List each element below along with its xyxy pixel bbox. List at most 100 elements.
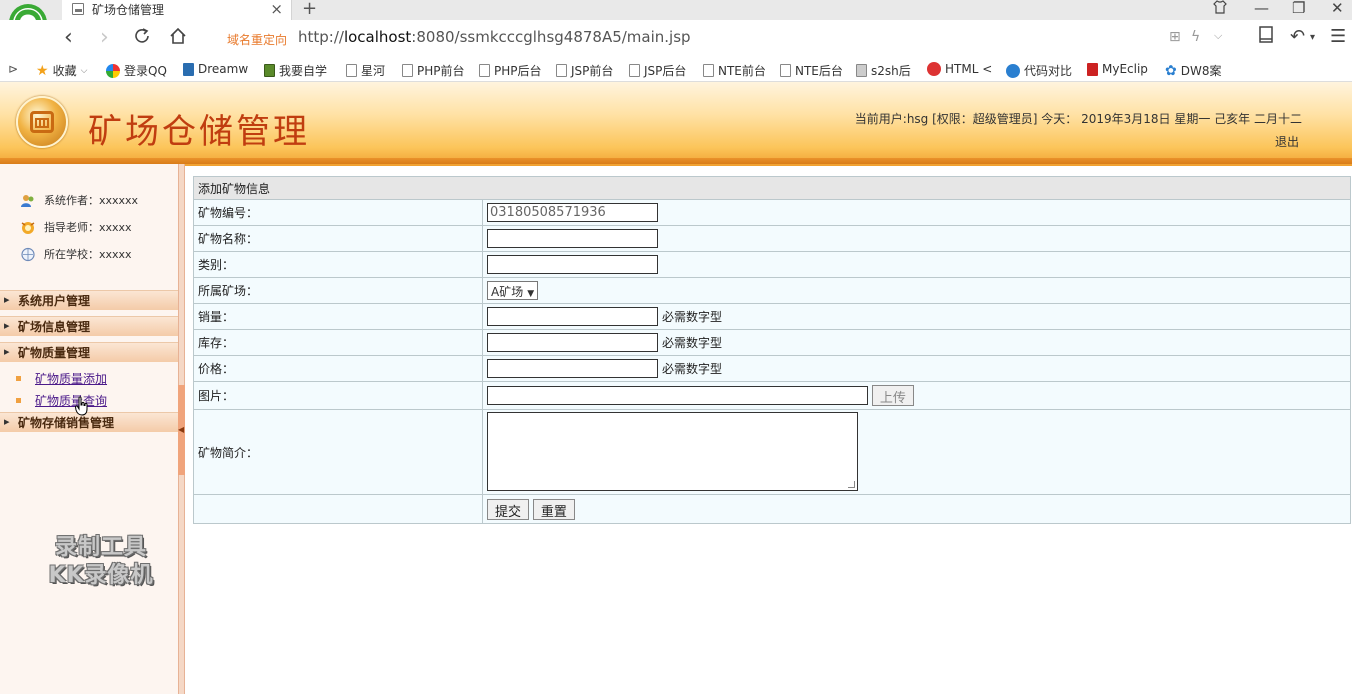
home-icon[interactable] [168, 26, 188, 52]
form-caption: 添加矿物信息 [193, 176, 1351, 200]
numeric-hint: 必需数字型 [662, 310, 723, 324]
lightning-icon[interactable]: ϟ [1191, 29, 1200, 45]
field-label: 矿物编号： [193, 199, 483, 226]
logout-link[interactable]: 退出 [1275, 133, 1299, 150]
numeric-hint: 必需数字型 [662, 362, 723, 376]
bookmark-xinghe[interactable]: 星河 [346, 62, 385, 79]
shirt-skin-icon[interactable] [1212, 0, 1228, 19]
bookmark-s2sh[interactable]: s2sh后 [856, 62, 911, 79]
reader-icon[interactable] [1258, 26, 1274, 49]
app-title: 矿场仓储管理 [88, 112, 310, 152]
bookmark-dw8[interactable]: ✿ DW8案 [1165, 62, 1221, 79]
page-icon [629, 64, 640, 77]
page-icon [556, 64, 567, 77]
upload-button[interactable]: 上传 [871, 385, 914, 406]
tab-close-icon[interactable]: × [270, 0, 283, 18]
new-tab-icon[interactable]: + [302, 0, 317, 19]
minimize-icon[interactable]: — [1254, 0, 1269, 17]
author-info: 系统作者：xxxxxx [20, 192, 138, 208]
bookmark-compare[interactable]: 代码对比 [1006, 62, 1072, 79]
paw-icon: ✿ [1165, 62, 1177, 79]
field-label: 矿物名称： [193, 225, 483, 252]
bookmark-favorites[interactable]: ★ 收藏 ⌵ [36, 62, 87, 79]
reset-button[interactable]: 重置 [532, 498, 575, 520]
back-icon[interactable]: ‹ [64, 26, 73, 50]
browser-tab[interactable]: 矿场仓储管理 × [62, 0, 292, 20]
price-input[interactable] [487, 359, 658, 378]
user-icon [21, 194, 34, 207]
collapse-arrow-icon[interactable]: ◀ [178, 425, 184, 434]
compare-icon [1006, 63, 1020, 78]
field-label: 库存： [193, 329, 483, 356]
page-icon [780, 64, 791, 77]
field-label: 价格： [193, 355, 483, 382]
recorder-watermark: 录制工具 KK录像机 [48, 535, 154, 588]
bookmark-php-back[interactable]: PHP后台 [479, 62, 542, 79]
teacher-info: 指导老师：xxxxx [20, 219, 132, 235]
forward-icon[interactable]: › [100, 26, 109, 50]
mineral-code-input[interactable] [487, 203, 658, 222]
menu-storage-sales[interactable]: 矿物存储销售管理 [0, 412, 178, 432]
tab-title: 矿场仓储管理 [92, 3, 165, 17]
undo-dropdown-icon[interactable]: ▾ [1310, 32, 1315, 43]
sales-input[interactable] [487, 307, 658, 326]
browser-tabbar: 矿场仓储管理 × + — ❐ ✕ [0, 0, 1352, 20]
bookmark-dreamweaver[interactable]: Dreamw [183, 62, 248, 76]
image-icon [856, 64, 867, 77]
actions-spacer [193, 494, 483, 524]
bookmark-nte-back[interactable]: NTE后台 [780, 62, 843, 79]
refresh-icon[interactable] [132, 26, 152, 51]
menu-icon[interactable]: ☰ [1330, 26, 1346, 47]
page-icon [479, 64, 490, 77]
close-window-icon[interactable]: ✕ [1331, 0, 1344, 17]
sidebar: 系统作者：xxxxxx 指导老师：xxxxx 所在学校：xxxxx 系统用户管理… [0, 164, 178, 694]
mine-select[interactable]: A矿场 ▼ [487, 281, 539, 300]
intro-textarea[interactable] [487, 412, 858, 491]
bookmark-study[interactable]: 我要自学 [264, 62, 327, 79]
main-content: 添加矿物信息 矿物编号： 矿物名称： 类别： 所属矿场： A矿场▼ 销量： 必需… [193, 176, 1351, 524]
bookmark-html[interactable]: HTML < [927, 62, 992, 76]
menu-mine-info[interactable]: 矿场信息管理 [0, 316, 178, 336]
dropdown-arrow-icon: ▼ [527, 289, 535, 299]
dreamweaver-icon [183, 62, 194, 76]
mineral-name-input[interactable] [487, 229, 658, 248]
add-mineral-form: 添加矿物信息 矿物编号： 矿物名称： 类别： 所属矿场： A矿场▼ 销量： 必需… [193, 176, 1351, 524]
field-label: 矿物简介： [193, 409, 483, 495]
menu-system-users[interactable]: 系统用户管理 [0, 290, 178, 310]
page-icon [346, 64, 357, 77]
dropdown-chevron-icon[interactable]: ⌵ [1214, 29, 1222, 43]
url-field[interactable]: http://localhost:8080/ssmkcccglhsg4878A5… [298, 28, 691, 46]
submenu-add-quality[interactable]: 矿物质量添加 [16, 370, 107, 387]
bookmark-qq[interactable]: 登录QQ [106, 62, 167, 79]
submit-button[interactable]: 提交 [487, 498, 530, 520]
page-icon [703, 64, 714, 77]
qq-icon [106, 63, 120, 78]
redirect-label[interactable]: 域名重定向 [227, 31, 287, 48]
bookmark-nte-front[interactable]: NTE前台 [703, 62, 766, 79]
bookmark-php-front[interactable]: PHP前台 [402, 62, 465, 79]
bookmark-myeclipse[interactable]: MyEclip [1087, 62, 1148, 76]
field-label: 销量： [193, 303, 483, 330]
restore-icon[interactable]: ❐ [1292, 0, 1305, 17]
header-divider [0, 158, 1352, 164]
field-label: 类别： [193, 251, 483, 278]
teacher-icon [21, 221, 35, 234]
numeric-hint: 必需数字型 [662, 336, 723, 350]
bookmarks-bar: ⊳ ★ 收藏 ⌵ 登录QQ Dreamw 我要自学 星河 PHP前台 PHP后台 J… [0, 58, 1352, 82]
submenu-query-quality[interactable]: 矿物质量查询 [16, 392, 107, 409]
image-path-input[interactable] [487, 386, 868, 405]
book-icon [264, 64, 275, 77]
grid-icon[interactable]: ⊞ [1169, 29, 1181, 45]
myeclipse-icon [1087, 62, 1098, 76]
bookmark-jsp-front[interactable]: JSP前台 [556, 62, 613, 79]
bookmark-jsp-back[interactable]: JSP后台 [629, 62, 686, 79]
school-info: 所在学校：xxxxx [20, 246, 132, 262]
menu-mineral-quality[interactable]: 矿物质量管理 [0, 342, 178, 362]
sidebar-toggle-icon[interactable]: ⊳ [8, 62, 18, 76]
field-label: 所属矿场： [193, 277, 483, 304]
stock-input[interactable] [487, 333, 658, 352]
school-icon [21, 247, 35, 261]
undo-icon[interactable]: ↶ [1290, 26, 1305, 47]
category-input[interactable] [487, 255, 658, 274]
html-icon [927, 62, 941, 76]
